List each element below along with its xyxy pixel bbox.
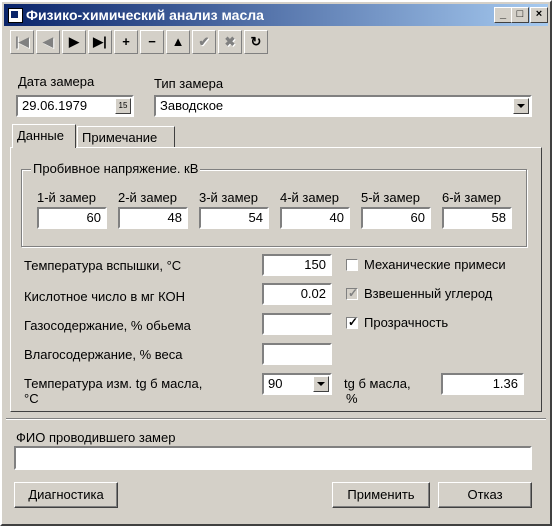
measurement-2-field[interactable]: 48 — [118, 207, 188, 229]
date-value: 29.06.1979 — [22, 98, 88, 113]
apply-button[interactable]: Применить — [332, 482, 430, 508]
type-combo[interactable]: Заводское — [154, 95, 532, 117]
main-window: Физико-химический анализ масла _ □ × |◀ ◀… — [0, 0, 552, 526]
checkmark-icon: ✓ — [348, 286, 359, 300]
measurement-4-label: 4-й замер — [280, 190, 340, 205]
measurement-6-label: 6-й замер — [442, 190, 502, 205]
mechanical-impurities-label: Механические примеси — [364, 257, 506, 272]
nav-prior-button[interactable]: ◀ — [36, 30, 60, 54]
measurement-1-label: 1-й замер — [37, 190, 97, 205]
chevron-down-icon[interactable] — [513, 98, 529, 114]
mechanical-impurities-checkbox[interactable] — [346, 259, 358, 271]
flash-temp-field[interactable]: 150 — [262, 254, 332, 276]
transparency-label: Прозрачность — [364, 315, 449, 330]
measurement-1-field[interactable]: 60 — [37, 207, 107, 229]
transparency-checkbox[interactable]: ✓ — [346, 315, 359, 329]
minimize-button[interactable]: _ — [494, 7, 512, 23]
tab-notes[interactable]: Примечание — [77, 126, 175, 148]
measurement-3-label: 3-й замер — [199, 190, 259, 205]
separator — [6, 418, 546, 420]
acid-number-field[interactable]: 0.02 — [262, 283, 332, 305]
nav-refresh-button[interactable]: ↻ — [244, 30, 268, 54]
nav-last-button[interactable]: ▶| — [88, 30, 112, 54]
operator-field[interactable] — [14, 446, 532, 470]
suspended-carbon-label: Взвешенный углерод — [364, 286, 493, 301]
measurement-2-label: 2-й замер — [118, 190, 178, 205]
measurement-5-label: 5-й замер — [361, 190, 421, 205]
tab-data[interactable]: Данные — [12, 124, 76, 148]
moisture-label: Влагосодержание, % веса — [24, 347, 183, 362]
chevron-down-icon[interactable] — [313, 376, 329, 392]
close-button[interactable]: × — [530, 7, 548, 23]
cancel-button[interactable]: Отказ — [438, 482, 532, 508]
type-value: Заводское — [160, 98, 224, 113]
nav-insert-button[interactable]: + — [114, 30, 138, 54]
title-bar[interactable]: Физико-химический анализ масла _ □ × — [4, 4, 548, 26]
operator-label: ФИО проводившего замер — [16, 430, 176, 445]
date-field[interactable]: 29.06.1979 15 — [16, 95, 134, 117]
app-icon[interactable] — [8, 8, 23, 23]
tg-temp-unit-label: °С — [24, 391, 39, 406]
flash-temp-label: Температура вспышки, °С — [24, 258, 182, 273]
nav-post-button[interactable]: ✔ — [192, 30, 216, 54]
measurement-6-field[interactable]: 58 — [442, 207, 512, 229]
tg-field[interactable]: 1.36 — [441, 373, 524, 395]
maximize-button[interactable]: □ — [511, 7, 529, 23]
window-title: Физико-химический анализ масла — [26, 7, 264, 23]
type-label: Тип замера — [154, 76, 224, 91]
measurement-3-field[interactable]: 54 — [199, 207, 269, 229]
tg-temp-value: 90 — [268, 376, 283, 391]
measurement-4-field[interactable]: 40 — [280, 207, 350, 229]
tab-panel-data: Пробивное напряжение. кВ 1-й замер 60 2-й … — [10, 147, 542, 412]
date-label: Дата замера — [18, 74, 95, 89]
acid-number-label: Кислотное число в мг КОН — [24, 289, 186, 304]
nav-cancel-button[interactable]: ✖ — [218, 30, 242, 54]
tg-label: tg б масла, — [344, 376, 411, 391]
nav-delete-button[interactable]: − — [140, 30, 164, 54]
gas-content-field[interactable] — [262, 313, 332, 335]
tg-temp-label: Температура изм. tg б масла, — [24, 376, 203, 391]
nav-first-button[interactable]: |◀ — [10, 30, 34, 54]
diagnostics-button[interactable]: Диагностика — [14, 482, 118, 508]
tg-unit-label: % — [346, 391, 358, 406]
tg-temp-combo[interactable]: 90 — [262, 373, 332, 395]
suspended-carbon-checkbox[interactable]: ✓ — [346, 286, 359, 300]
moisture-field[interactable] — [262, 343, 332, 365]
calendar-icon[interactable]: 15 — [115, 98, 131, 114]
measurement-5-field[interactable]: 60 — [361, 207, 431, 229]
checkmark-icon: ✓ — [348, 315, 359, 329]
gas-content-label: Газосодержание, % обьема — [24, 318, 191, 333]
nav-edit-button[interactable]: ▲ — [166, 30, 190, 54]
nav-next-button[interactable]: ▶ — [62, 30, 86, 54]
breakdown-group-title: Пробивное напряжение. кВ — [31, 161, 201, 176]
